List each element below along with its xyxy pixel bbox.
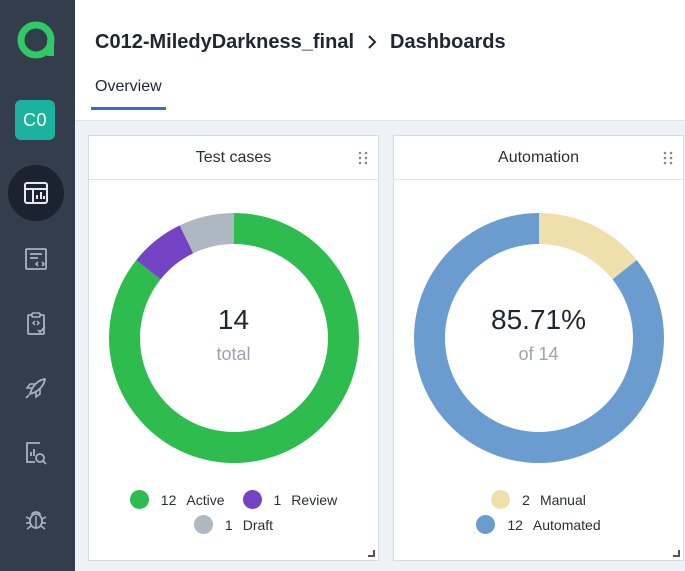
legend-item-automated[interactable]: 12 Automated: [476, 515, 601, 534]
legend-dot-automated: [476, 515, 496, 534]
legend-label: Active: [186, 491, 225, 508]
sidebar-item-dashboards[interactable]: [8, 165, 64, 221]
legend-count: 12: [160, 491, 177, 508]
legend: 12 Automated: [394, 515, 683, 534]
bug-icon: [25, 511, 47, 530]
resize-handle-icon[interactable]: [673, 550, 680, 557]
widget-title: Automation: [394, 136, 683, 180]
legend-count: 2: [522, 491, 530, 508]
legend: 2 Manual: [394, 490, 683, 509]
sidebar-item-analytics[interactable]: [8, 425, 64, 481]
legend-item-manual[interactable]: 2 Manual: [491, 490, 586, 509]
test-cases-widget: Test cases 14 total 12 Active 1 Review 1…: [88, 135, 379, 561]
legend-label: Automated: [532, 516, 601, 533]
legend-dot-manual: [491, 490, 511, 509]
legend-dot-review: [242, 490, 262, 509]
legend-count: 1: [273, 491, 282, 508]
total-value: 14: [217, 304, 250, 335]
sidebar-item-test-plans[interactable]: [8, 296, 64, 352]
legend: 12 Active 1 Review: [89, 490, 378, 509]
legend-label: Draft: [242, 516, 274, 533]
project-badge[interactable]: C0: [15, 100, 55, 140]
sidebar: C0: [0, 0, 75, 571]
clipboard-check-icon: [27, 312, 46, 335]
allure-logo-icon[interactable]: [14, 18, 58, 62]
test-cases-donut-chart[interactable]: [108, 212, 360, 464]
chevron-right-icon: [366, 34, 378, 50]
donut-slice-manual[interactable]: [539, 213, 637, 280]
sidebar-item-test-cases[interactable]: [8, 231, 64, 287]
widget-title: Test cases: [89, 136, 378, 180]
resize-handle-icon[interactable]: [368, 550, 375, 557]
legend-dot-active: [129, 490, 149, 509]
automation-of-total: of 14: [518, 344, 559, 364]
legend: 1 Draft: [89, 515, 378, 534]
page-header: C012-MiledyDarkness_final Dashboards Ove…: [75, 0, 685, 121]
legend-count: 1: [224, 516, 233, 533]
dashboard-icon: [24, 182, 48, 204]
automation-widget: Automation 85.71% of 14 2 Manual 12 Auto…: [393, 135, 684, 561]
legend-label: Manual: [539, 491, 586, 508]
legend-item-review[interactable]: 1 Review: [242, 490, 338, 509]
test-cases-icon: [25, 248, 47, 270]
legend-count: 12: [507, 516, 523, 533]
total-label: total: [216, 344, 251, 364]
sidebar-item-defects[interactable]: [8, 491, 64, 547]
legend-item-draft[interactable]: 1 Draft: [193, 515, 274, 534]
sidebar-item-launches[interactable]: [8, 360, 64, 416]
drag-handle-icon[interactable]: [663, 151, 673, 165]
legend-dot-draft: [193, 515, 213, 534]
breadcrumb-project[interactable]: C012-MiledyDarkness_final: [95, 31, 354, 54]
automation-donut-chart[interactable]: [413, 212, 665, 464]
report-search-icon: [26, 442, 47, 465]
tab-overview[interactable]: Overview: [91, 78, 166, 110]
breadcrumb: C012-MiledyDarkness_final Dashboards: [95, 28, 506, 56]
page-title: Dashboards: [390, 30, 506, 53]
legend-label: Review: [291, 491, 338, 508]
legend-item-active[interactable]: 12 Active: [129, 490, 225, 509]
rocket-icon: [25, 378, 46, 399]
drag-handle-icon[interactable]: [358, 151, 368, 165]
automation-percent: 85.71%: [491, 304, 586, 335]
